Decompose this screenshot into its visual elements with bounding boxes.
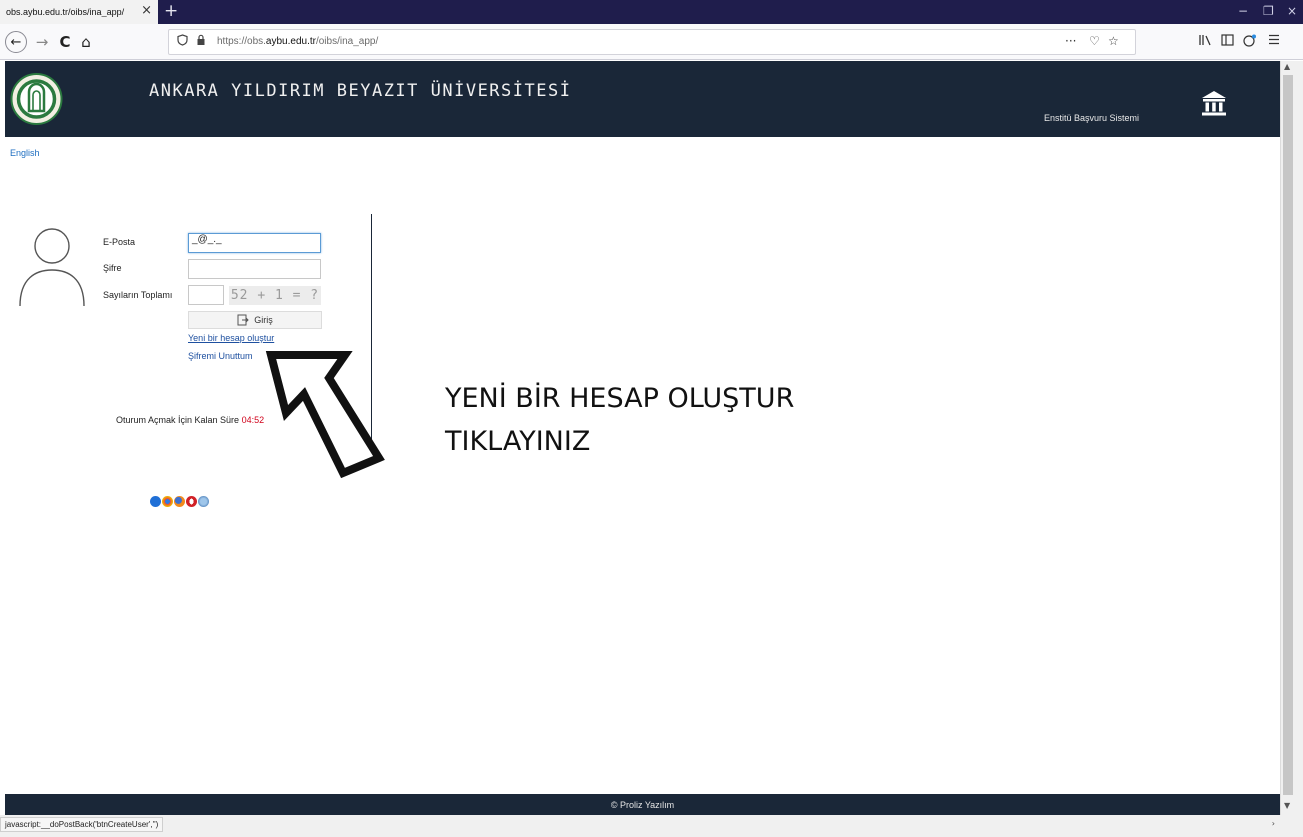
status-link-text: javascript:__doPostBack('btnCreateUser',…: [0, 817, 164, 832]
pocket-icon[interactable]: ♡: [1089, 34, 1100, 48]
sidebar-icon[interactable]: [1221, 34, 1234, 50]
login-button[interactable]: Giriş: [188, 311, 322, 329]
university-logo: [10, 73, 63, 125]
page-actions-icon[interactable]: ···: [1065, 34, 1076, 48]
tab-strip: obs.aybu.edu.tr/oibs/ina_app/ × + − ❐ ×: [0, 0, 1303, 24]
password-field[interactable]: [188, 259, 321, 279]
scroll-up-arrow-icon[interactable]: ▲: [1284, 62, 1290, 71]
email-field[interactable]: _@_._: [188, 233, 321, 253]
url-bar[interactable]: https://obs.aybu.edu.tr/oibs/ina_app/ ··…: [168, 29, 1136, 55]
login-icon: [237, 314, 249, 326]
annotation-text: YENİ BİR HESAP OLUŞTUR TIKLAYINIZ: [445, 377, 794, 463]
institution-icon: [1202, 91, 1226, 116]
scroll-down-arrow-icon[interactable]: ▼: [1284, 801, 1290, 810]
ie-icon: [150, 496, 161, 507]
restore-button[interactable]: ❐: [1263, 3, 1274, 19]
login-button-label: Giriş: [254, 315, 273, 325]
vertical-scrollbar[interactable]: ▲ ▼: [1280, 61, 1303, 815]
session-timer-label: Oturum Açmak İçin Kalan Süre: [116, 415, 240, 425]
password-label: Şifre: [103, 263, 122, 273]
session-timer-value: 04:52: [241, 415, 265, 425]
account-icon[interactable]: [1243, 34, 1257, 51]
menu-icon[interactable]: [1268, 34, 1280, 49]
supported-browsers: [150, 496, 209, 507]
captcha-image: 52 + 1 = ?: [229, 286, 321, 305]
back-button[interactable]: ←: [5, 31, 27, 53]
email-label: E-Posta: [103, 237, 136, 247]
scroll-right-arrow-icon[interactable]: ›: [1272, 819, 1275, 828]
opera-icon: [186, 496, 197, 507]
chrome-icon: [162, 496, 173, 507]
minimize-button[interactable]: −: [1238, 3, 1248, 19]
lock-icon[interactable]: [196, 34, 206, 49]
browser-window: obs.aybu.edu.tr/oibs/ina_app/ × + − ❐ × …: [0, 0, 1303, 837]
library-icon[interactable]: [1199, 34, 1213, 50]
url-text[interactable]: https://obs.aybu.edu.tr/oibs/ina_app/: [217, 36, 378, 47]
create-account-link[interactable]: Yeni bir hesap oluştur: [188, 333, 274, 343]
session-timer: Oturum Açmak İçin Kalan Süre 04:52: [116, 415, 264, 425]
english-language-link[interactable]: English: [10, 148, 40, 158]
browser-tab[interactable]: obs.aybu.edu.tr/oibs/ina_app/ ×: [0, 0, 158, 24]
annotation-arrow-icon: [265, 351, 385, 479]
captcha-label: Sayıların Toplamı: [103, 290, 173, 300]
footer-copyright: © Proliz Yazılım: [610, 799, 675, 810]
reload-button[interactable]: C: [54, 31, 76, 53]
forgot-password-link[interactable]: Şifremi Unuttum: [188, 351, 253, 361]
annotation-line-2: TIKLAYINIZ: [445, 426, 591, 457]
navigation-toolbar: ← → C ⌂ https://obs.aybu.edu.tr/oibs/ina…: [0, 24, 1303, 60]
safari-icon: [198, 496, 209, 507]
close-window-button[interactable]: ×: [1287, 3, 1297, 19]
bookmark-star-icon[interactable]: ☆: [1108, 34, 1119, 48]
annotation-line-1: YENİ BİR HESAP OLUŞTUR: [445, 383, 795, 414]
university-name: ANKARA YILDIRIM BEYAZIT ÜNİVERSİTESİ: [149, 81, 572, 101]
site-header: ANKARA YILDIRIM BEYAZIT ÜNİVERSİTESİ Ens…: [5, 61, 1280, 137]
captcha-input[interactable]: [188, 285, 224, 305]
home-button[interactable]: ⌂: [75, 31, 97, 53]
scroll-thumb[interactable]: [1283, 75, 1293, 795]
site-footer: © Proliz Yazılım: [5, 794, 1280, 815]
tracking-shield-icon[interactable]: [177, 34, 188, 49]
status-bar: javascript:__doPostBack('btnCreateUser',…: [0, 815, 1303, 837]
system-name: Enstitü Başvuru Sistemi: [1044, 113, 1140, 123]
tab-title: obs.aybu.edu.tr/oibs/ina_app/: [6, 7, 125, 17]
firefox-icon: [174, 496, 185, 507]
new-tab-button[interactable]: +: [164, 1, 178, 21]
user-avatar-icon: [19, 228, 85, 307]
tab-close-icon[interactable]: ×: [141, 4, 152, 18]
forward-button[interactable]: →: [31, 31, 53, 53]
